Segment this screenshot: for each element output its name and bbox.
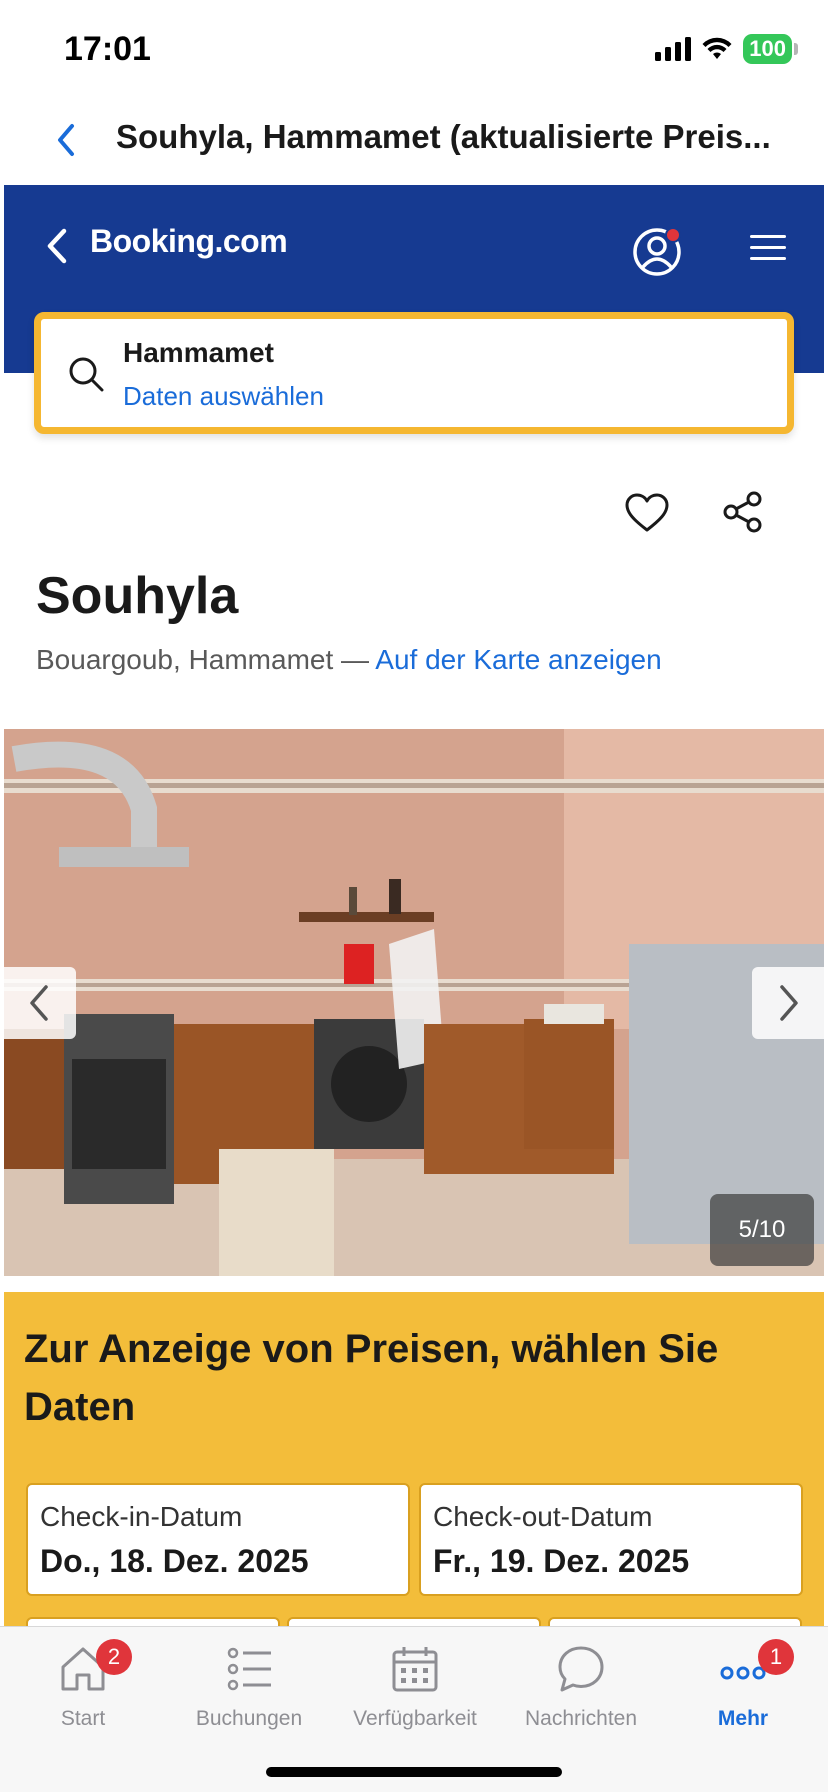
tab-more-label: Mehr — [717, 1707, 769, 1730]
status-bar: 17:01 100 — [0, 0, 828, 100]
chevron-left-icon[interactable] — [48, 118, 88, 162]
property-location: Bouargoub, Hammamet — [36, 644, 334, 675]
tab-availability-label: Verfügbarkeit — [353, 1707, 477, 1730]
property-name: Souhyla — [36, 567, 239, 625]
start-badge: 2 — [96, 1639, 132, 1675]
profile-icon[interactable] — [632, 223, 686, 277]
calendar-icon — [392, 1647, 438, 1692]
address-separator: — — [333, 644, 376, 675]
page-title: Souhyla, Hammamet (aktualisierte Preis..… — [116, 118, 771, 155]
search-icon — [69, 357, 104, 392]
tab-start[interactable]: 2 Start — [0, 1639, 166, 1743]
tab-start-label: Start — [60, 1707, 106, 1730]
tab-availability[interactable]: Verfügbarkeit — [332, 1643, 498, 1743]
dates-panel-title: Zur Anzeige von Preisen, wählen Sie Date… — [24, 1327, 719, 1429]
wifi-icon — [702, 37, 732, 59]
checkout-label: Check-out-Datum — [433, 1501, 653, 1532]
gallery-prev-button[interactable] — [4, 967, 76, 1039]
more-badge: 1 — [758, 1639, 794, 1675]
tab-messages-label: Nachrichten — [524, 1707, 638, 1730]
chat-bubble-icon — [558, 1646, 604, 1692]
kitchen-photo — [4, 729, 824, 1276]
tab-messages[interactable]: Nachrichten — [498, 1643, 664, 1743]
checkout-value: Fr., 19. Dez. 2025 — [433, 1543, 690, 1579]
heart-icon[interactable] — [624, 492, 670, 534]
hamburger-menu-icon[interactable] — [748, 231, 788, 263]
status-icons: 100 — [655, 34, 798, 64]
tab-more[interactable]: 1 Mehr — [660, 1639, 826, 1743]
search-destination: Hammamet — [123, 337, 274, 368]
home-indicator — [266, 1767, 562, 1777]
chevron-left-icon — [30, 985, 48, 1021]
photo-counter: 5/10 — [710, 1194, 814, 1266]
photo-gallery[interactable]: 5/10 — [4, 729, 824, 1276]
status-time: 17:01 — [64, 30, 151, 68]
tab-bookings-label: Buchungen — [195, 1707, 303, 1730]
share-icon[interactable] — [722, 490, 764, 534]
booking-logo[interactable]: Booking.com — [90, 223, 288, 260]
tab-bar: 2 Start Buchungen Verfügbarkeit Nachrich… — [0, 1626, 828, 1792]
checkin-value: Do., 18. Dez. 2025 — [40, 1543, 309, 1579]
battery-indicator: 100 — [743, 34, 798, 64]
gallery-next-button[interactable] — [752, 967, 824, 1039]
tab-bookings[interactable]: Buchungen — [166, 1643, 332, 1743]
signal-icon — [655, 37, 692, 61]
list-icon — [227, 1647, 271, 1691]
checkin-label: Check-in-Datum — [40, 1501, 243, 1532]
dates-panel: Zur Anzeige von Preisen, wählen Sie Date… — [4, 1292, 824, 1647]
search-box[interactable]: Hammamet Daten auswählen — [34, 312, 794, 434]
show-on-map-link[interactable]: Auf der Karte anzeigen — [375, 644, 661, 675]
back-arrow-icon[interactable] — [40, 223, 76, 269]
browser-header: Souhyla, Hammamet (aktualisierte Preis..… — [0, 100, 828, 184]
property-address: Bouargoub, Hammamet — Auf der Karte anze… — [36, 644, 662, 676]
checkout-date-field[interactable]: Check-out-Datum Fr., 19. Dez. 2025 — [419, 1483, 803, 1596]
checkin-date-field[interactable]: Check-in-Datum Do., 18. Dez. 2025 — [26, 1483, 410, 1596]
select-dates-link[interactable]: Daten auswählen — [123, 381, 324, 412]
chevron-right-icon — [780, 985, 798, 1021]
